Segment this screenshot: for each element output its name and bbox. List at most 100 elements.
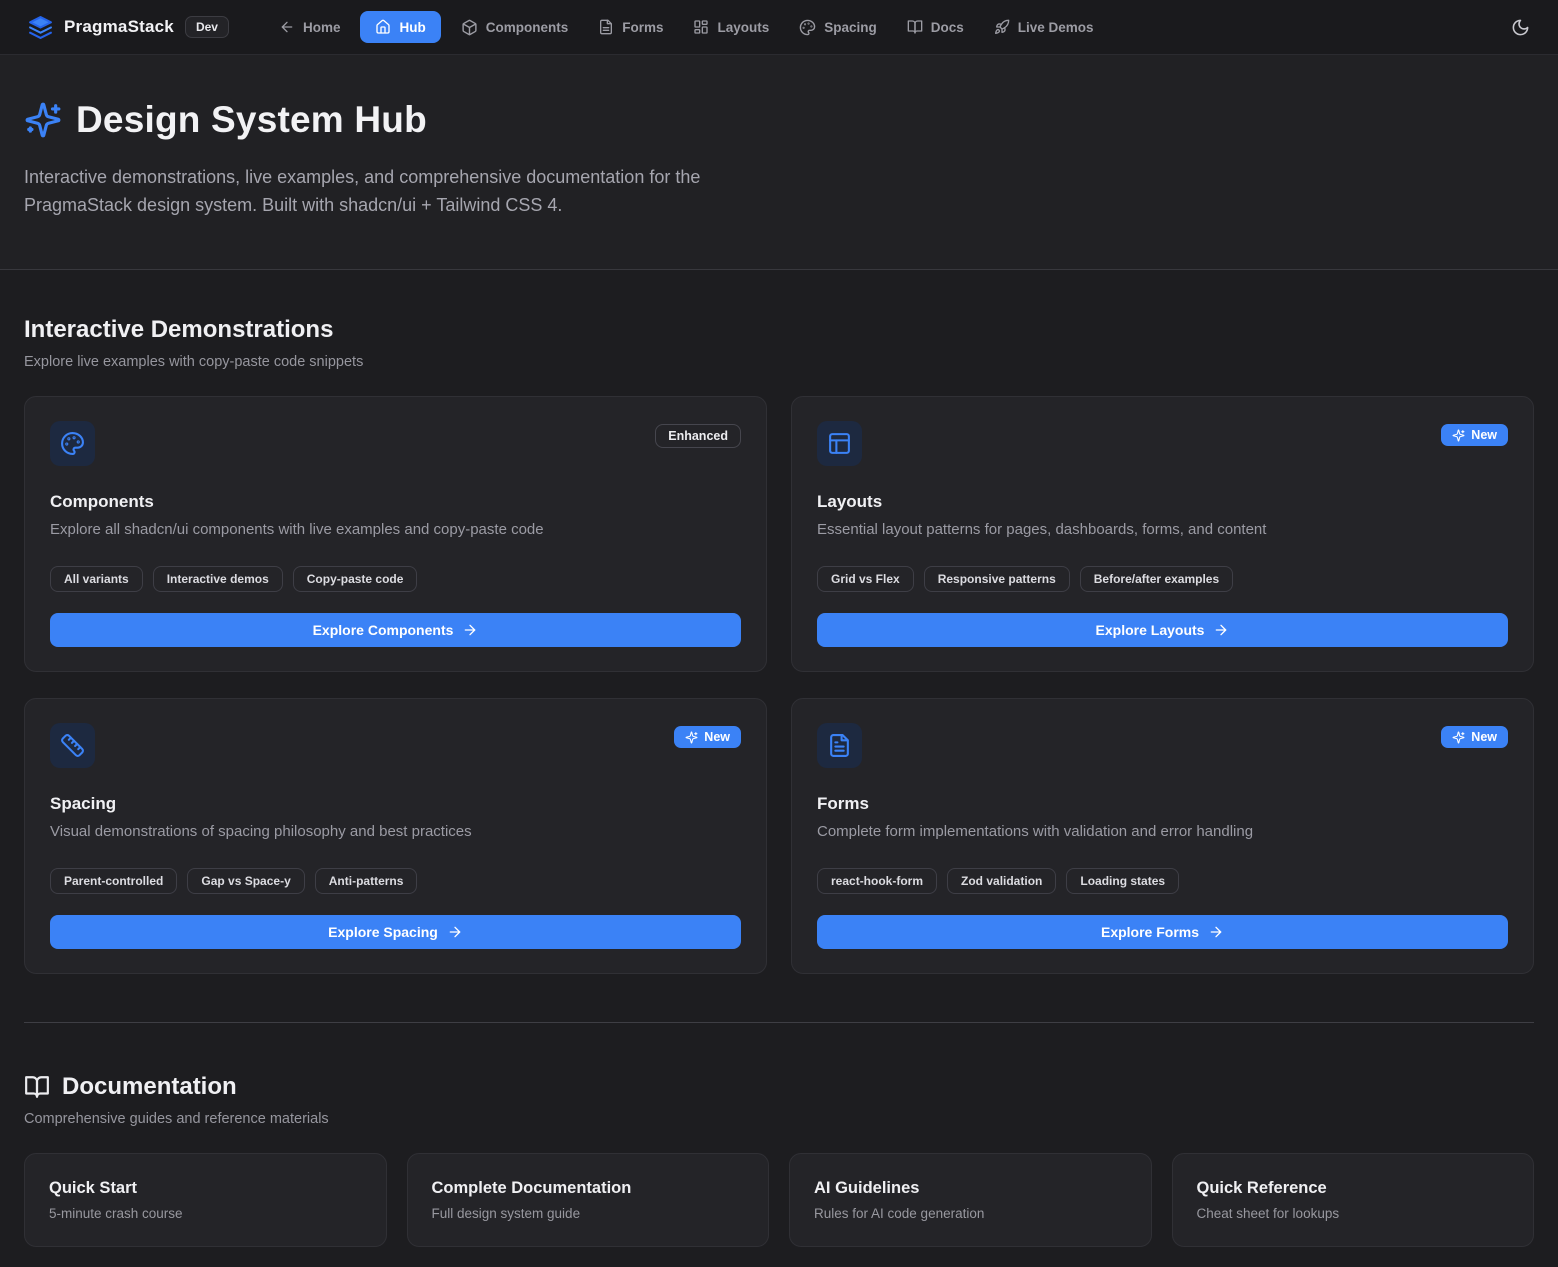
navbar: PragmaStack Dev Home Hub Components Fo (0, 0, 1558, 55)
arrow-right-icon (447, 924, 463, 940)
palette-icon (799, 19, 816, 36)
main-content: Interactive Demonstrations Explore live … (0, 270, 1558, 1267)
tag: Responsive patterns (924, 566, 1070, 592)
nav-item-spacing[interactable]: Spacing (789, 11, 887, 44)
demo-card-grid: Enhanced Components Explore all shadcn/u… (24, 396, 1534, 974)
explore-forms-button[interactable]: Explore Forms (817, 915, 1508, 949)
rocket-icon (994, 19, 1010, 35)
tag-row: All variants Interactive demos Copy-past… (50, 566, 741, 592)
tag-row: Parent-controlled Gap vs Space-y Anti-pa… (50, 868, 741, 894)
doc-card-description: Full design system guide (432, 1206, 745, 1221)
nav-label-home: Home (303, 20, 341, 35)
doc-card-title: Quick Reference (1197, 1179, 1510, 1198)
main-nav: Home Hub Components Forms Layouts (269, 11, 1471, 44)
theme-toggle-button[interactable] (1511, 18, 1530, 37)
doc-card-description: Cheat sheet for lookups (1197, 1206, 1510, 1221)
moon-icon (1511, 18, 1530, 37)
tag: Gap vs Space-y (187, 868, 304, 894)
new-badge: New (674, 726, 741, 748)
sparkles-icon (685, 731, 698, 744)
new-badge-label: New (1471, 428, 1497, 442)
layout-dashboard-icon (693, 19, 709, 35)
explore-spacing-button[interactable]: Explore Spacing (50, 915, 741, 949)
file-text-icon (598, 19, 614, 35)
doc-card-description: Rules for AI code generation (814, 1206, 1127, 1221)
doc-card-complete-documentation[interactable]: Complete Documentation Full design syste… (407, 1153, 770, 1247)
doc-card-quick-reference[interactable]: Quick Reference Cheat sheet for lookups (1172, 1153, 1535, 1247)
arrow-right-icon (462, 622, 478, 638)
nav-label-hub: Hub (399, 20, 425, 35)
tag-row: react-hook-form Zod validation Loading s… (817, 868, 1508, 894)
doc-card-title: Quick Start (49, 1179, 362, 1198)
demo-card-title: Forms (817, 794, 1508, 814)
docs-card-grid: Quick Start 5-minute crash course Comple… (24, 1153, 1534, 1247)
nav-label-forms: Forms (622, 20, 663, 35)
nav-item-docs[interactable]: Docs (897, 11, 974, 43)
enhanced-badge: Enhanced (655, 424, 741, 448)
nav-label-layouts: Layouts (717, 20, 769, 35)
arrow-right-icon (1208, 924, 1224, 940)
demos-section: Interactive Demonstrations Explore live … (24, 270, 1534, 974)
doc-card-description: 5-minute crash course (49, 1206, 362, 1221)
sparkles-icon (1452, 731, 1465, 744)
palette-icon (50, 421, 95, 466)
new-badge: New (1441, 726, 1508, 748)
tag-row: Grid vs Flex Responsive patterns Before/… (817, 566, 1508, 592)
page-title: Design System Hub (76, 99, 427, 141)
tag: All variants (50, 566, 143, 592)
doc-card-title: AI Guidelines (814, 1179, 1127, 1198)
demo-card-description: Visual demonstrations of spacing philoso… (50, 823, 741, 840)
nav-item-forms[interactable]: Forms (588, 11, 673, 43)
dev-badge: Dev (185, 16, 229, 38)
explore-layouts-button[interactable]: Explore Layouts (817, 613, 1508, 647)
sparkles-icon (1452, 429, 1465, 442)
tag: Grid vs Flex (817, 566, 914, 592)
demo-card-title: Components (50, 492, 741, 512)
demo-card-components: Enhanced Components Explore all shadcn/u… (24, 396, 767, 672)
doc-card-ai-guidelines[interactable]: AI Guidelines Rules for AI code generati… (789, 1153, 1152, 1247)
explore-spacing-label: Explore Spacing (328, 924, 438, 940)
tag: Before/after examples (1080, 566, 1233, 592)
docs-heading: Documentation (62, 1073, 237, 1101)
explore-layouts-label: Explore Layouts (1096, 622, 1205, 638)
explore-components-button[interactable]: Explore Components (50, 613, 741, 647)
demos-subheading: Explore live examples with copy-paste co… (24, 354, 1534, 370)
demo-card-spacing: New Spacing Visual demonstrations of spa… (24, 698, 767, 974)
documentation-section: Documentation Comprehensive guides and r… (24, 1023, 1534, 1247)
nav-item-layouts[interactable]: Layouts (683, 11, 779, 43)
doc-card-quick-start[interactable]: Quick Start 5-minute crash course (24, 1153, 387, 1247)
brand[interactable]: PragmaStack Dev (28, 15, 229, 40)
tag: Interactive demos (153, 566, 283, 592)
panels-top-left-icon (817, 421, 862, 466)
new-badge-label: New (704, 730, 730, 744)
sparkles-icon (24, 101, 62, 139)
hero-description: Interactive demonstrations, live example… (24, 163, 784, 219)
nav-label-docs: Docs (931, 20, 964, 35)
nav-label-spacing: Spacing (824, 20, 877, 35)
nav-item-components[interactable]: Components (451, 11, 579, 44)
ruler-icon (50, 723, 95, 768)
package-icon (461, 19, 478, 36)
arrow-right-icon (1213, 622, 1229, 638)
nav-item-hub[interactable]: Hub (360, 11, 440, 43)
explore-forms-label: Explore Forms (1101, 924, 1199, 940)
demo-card-layouts: New Layouts Essential layout patterns fo… (791, 396, 1534, 672)
nav-label-components: Components (486, 20, 569, 35)
demos-heading: Interactive Demonstrations (24, 316, 1534, 344)
tag: Zod validation (947, 868, 1056, 894)
tag: react-hook-form (817, 868, 937, 894)
tag: Parent-controlled (50, 868, 177, 894)
tag: Copy-paste code (293, 566, 418, 592)
demo-card-description: Explore all shadcn/ui components with li… (50, 521, 741, 538)
nav-label-live-demos: Live Demos (1018, 20, 1094, 35)
nav-item-home[interactable]: Home (269, 11, 351, 43)
house-icon (375, 19, 391, 35)
demo-card-forms: New Forms Complete form implementations … (791, 698, 1534, 974)
tag: Loading states (1066, 868, 1179, 894)
explore-components-label: Explore Components (313, 622, 454, 638)
demo-card-title: Layouts (817, 492, 1508, 512)
nav-item-live-demos[interactable]: Live Demos (984, 11, 1104, 43)
demo-card-description: Essential layout patterns for pages, das… (817, 521, 1508, 538)
hero-section: Design System Hub Interactive demonstrat… (0, 55, 1558, 270)
demo-card-description: Complete form implementations with valid… (817, 823, 1508, 840)
